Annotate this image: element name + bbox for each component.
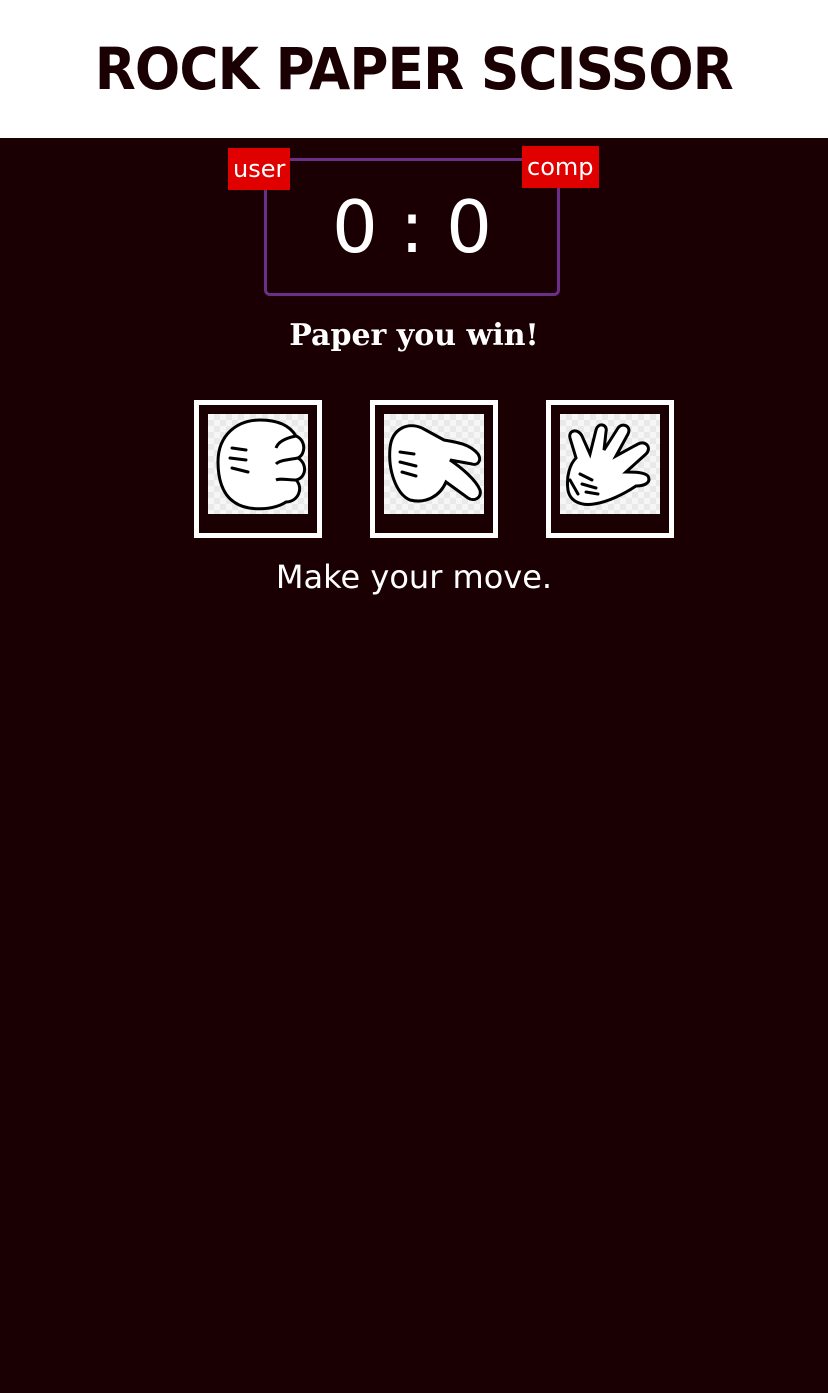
scissors-hand-icon bbox=[384, 414, 484, 514]
user-badge: user bbox=[228, 148, 291, 190]
rock-choice-button[interactable] bbox=[194, 400, 322, 538]
comp-badge: comp bbox=[522, 146, 599, 188]
paper-hand-icon bbox=[560, 414, 660, 514]
paper-choice-button[interactable] bbox=[546, 400, 674, 538]
rock-fist-icon bbox=[208, 414, 308, 514]
page-title: ROCK PAPER SCISSOR bbox=[94, 35, 734, 103]
score-separator: : bbox=[399, 185, 425, 269]
scissors-choice-button[interactable] bbox=[370, 400, 498, 538]
result-message: Paper you win! bbox=[289, 318, 539, 353]
scoreboard: 0 : 0 bbox=[264, 158, 560, 296]
move-prompt: Make your move. bbox=[275, 558, 553, 596]
comp-score: 0 bbox=[446, 185, 492, 269]
user-score: 0 bbox=[332, 185, 378, 269]
header-bar: ROCK PAPER SCISSOR bbox=[0, 0, 828, 138]
